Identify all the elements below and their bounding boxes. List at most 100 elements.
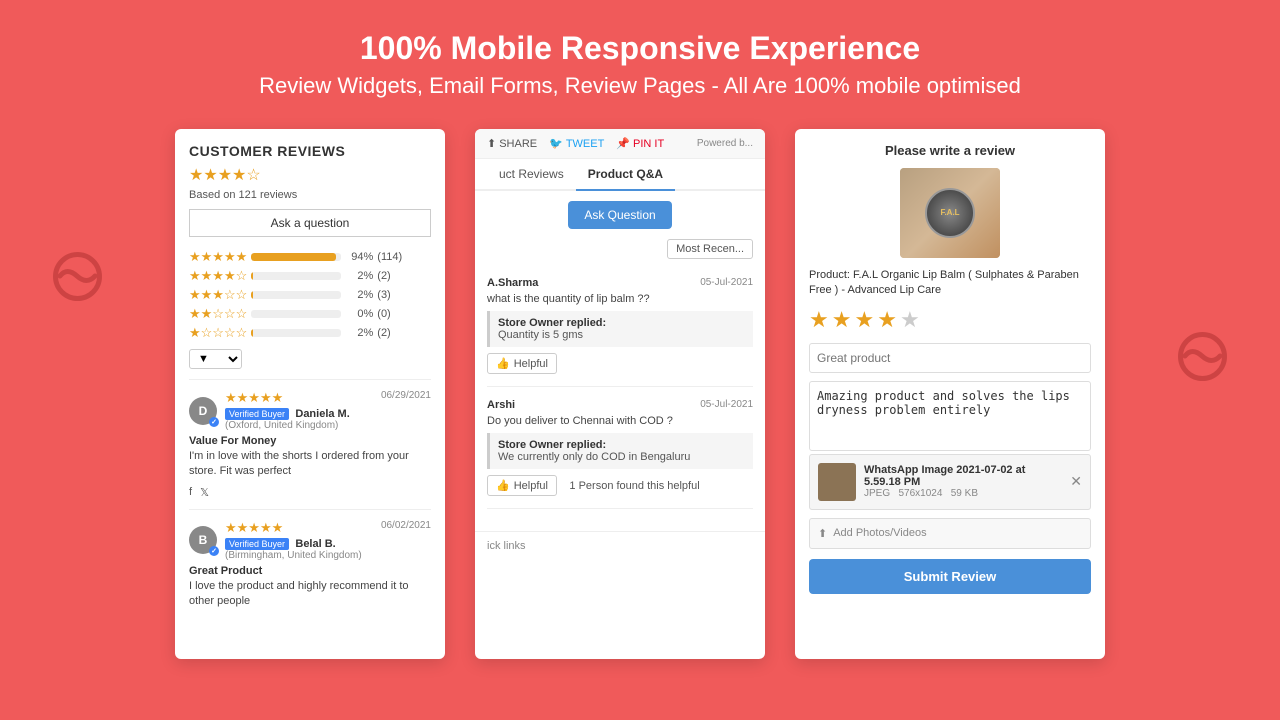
p3-body: Please write a review F.A.L Product: F.A…: [795, 129, 1105, 608]
attachment-preview: WhatsApp Image 2021-07-02 at 5.59.18 PM …: [809, 454, 1091, 510]
bar-pct-3: 2%: [345, 289, 373, 301]
pin-label: PIN IT: [633, 138, 664, 150]
review-1-location: (Oxford, United Kingdom): [225, 420, 431, 431]
attachment-type: JPEG: [864, 488, 890, 499]
submit-review-button[interactable]: Submit Review: [809, 559, 1091, 594]
footer-links: ick links: [487, 540, 526, 552]
p1-based-on: Based on 121 reviews: [189, 189, 431, 201]
bar-track-3: [251, 291, 341, 299]
tab-product-reviews[interactable]: uct Reviews: [487, 159, 576, 189]
bar-count-1: (2): [377, 327, 390, 339]
star-3[interactable]: ★: [854, 307, 874, 333]
bar-track-4: [251, 272, 341, 280]
review-body-textarea[interactable]: Amazing product and solves the lips dryn…: [809, 381, 1091, 451]
p2-footer: ick links: [475, 531, 765, 560]
p2-topbar: ⬆ SHARE 🐦 TWEET 📌 PIN IT Powered b...: [475, 129, 765, 159]
star-5[interactable]: ★: [900, 307, 920, 333]
tab-product-qa[interactable]: Product Q&A: [576, 159, 675, 191]
p3-star-rating[interactable]: ★ ★ ★ ★ ★: [809, 307, 1091, 333]
q2-meta: Arshi 05-Jul-2021: [487, 399, 753, 411]
p1-title: CUSTOMER REVIEWS: [189, 143, 431, 159]
review-1-stars: ★★★★★: [225, 390, 283, 405]
review-1-title: Value For Money: [189, 435, 431, 447]
bar-row-5: ★★★★★ 94% (114): [189, 249, 431, 265]
star-4[interactable]: ★: [877, 307, 897, 333]
q2-date: 05-Jul-2021: [700, 399, 753, 411]
write-review-panel: Please write a review F.A.L Product: F.A…: [795, 129, 1105, 659]
qa-item-2: Arshi 05-Jul-2021 Do you deliver to Chen…: [487, 399, 753, 509]
review-1-meta: ★★★★★ 06/29/2021 Verified Buyer Daniela …: [225, 390, 431, 431]
q1-author: A.Sharma: [487, 277, 538, 289]
attachment-thumbnail: [818, 463, 856, 501]
main-title: 100% Mobile Responsive Experience: [259, 30, 1021, 67]
p1-overall-rating: ★★★★☆: [189, 165, 431, 185]
tweet-label: TWEET: [566, 138, 605, 150]
attachment-meta: JPEG 576x1024 59 KB: [864, 488, 1062, 499]
facebook-icon[interactable]: f: [189, 486, 192, 499]
q1-helpful-btn[interactable]: 👍 Helpful: [487, 353, 557, 374]
ask-question-button[interactable]: Ask a question: [189, 209, 431, 237]
bar-stars-2: ★★☆☆☆: [189, 306, 247, 322]
wave-left-icon: [50, 249, 105, 316]
q2-helpful-btn[interactable]: 👍 Helpful: [487, 475, 557, 496]
p3-product-desc: Product: F.A.L Organic Lip Balm ( Sulpha…: [809, 268, 1091, 299]
bar-fill-1: [251, 329, 253, 337]
review-1-text: I'm in love with the shorts I ordered fr…: [189, 449, 431, 480]
review-1-date: 06/29/2021: [381, 390, 431, 401]
bar-track-5: [251, 253, 341, 261]
review-1-name: Daniela M.: [295, 408, 349, 420]
bar-count-2: (0): [377, 308, 390, 320]
most-recent-filter[interactable]: Most Recen...: [667, 239, 753, 259]
pinterest-icon: 📌: [616, 137, 630, 150]
bar-stars-3: ★★★☆☆: [189, 287, 247, 303]
share-icon: ⬆: [487, 137, 496, 150]
star-2[interactable]: ★: [832, 307, 852, 333]
review-1-avatar: D ✓: [189, 397, 217, 425]
review-2-header: B ✓ ★★★★★ 06/02/2021 Verified Buyer Bela…: [189, 520, 431, 561]
bar-count-3: (3): [377, 289, 390, 301]
p1-sort[interactable]: ▼: [189, 349, 431, 369]
attachment-size: 59 KB: [951, 488, 978, 499]
page: 100% Mobile Responsive Experience Review…: [0, 0, 1280, 720]
review-2-date: 06/02/2021: [381, 520, 431, 531]
sort-select[interactable]: ▼: [189, 349, 242, 369]
twitter-icon[interactable]: 𝕏: [200, 486, 209, 499]
q2-reply: Store Owner replied: We currently only d…: [487, 433, 753, 469]
q1-reply-text: Quantity is 5 gms: [498, 329, 583, 341]
review-item-2: B ✓ ★★★★★ 06/02/2021 Verified Buyer Bela…: [189, 509, 431, 610]
attachment-close-button[interactable]: ✕: [1070, 473, 1082, 490]
bar-count-4: (2): [377, 270, 390, 282]
review-title-input[interactable]: [809, 343, 1091, 373]
q2-helpful-label: Helpful: [514, 480, 548, 492]
bar-track-2: [251, 310, 341, 318]
share-button[interactable]: ⬆ SHARE: [487, 137, 537, 150]
verified-badge-1: ✓: [209, 417, 219, 427]
main-subtitle: Review Widgets, Email Forms, Review Page…: [259, 73, 1021, 99]
bar-row-3: ★★★☆☆ 2% (3): [189, 287, 431, 303]
bar-stars-1: ★☆☆☆☆: [189, 325, 247, 341]
bar-fill-5: [251, 253, 336, 261]
ask-question-btn[interactable]: Ask Question: [568, 201, 671, 229]
product-image: F.A.L: [900, 168, 1000, 258]
review-1-verified: Verified Buyer: [225, 408, 289, 420]
wave-right-icon: [1175, 329, 1230, 396]
powered-by: Powered b...: [697, 138, 753, 149]
most-recent-wrap: Most Recen...: [487, 239, 753, 269]
review-1-social: f 𝕏: [189, 486, 431, 499]
header: 100% Mobile Responsive Experience Review…: [259, 30, 1021, 99]
star-1[interactable]: ★: [809, 307, 829, 333]
bar-fill-3: [251, 291, 253, 299]
add-photos-button[interactable]: ⬆ Add Photos/Videos: [809, 518, 1091, 549]
twitter-bird-icon: 🐦: [549, 137, 563, 150]
qa-item-1: A.Sharma 05-Jul-2021 what is the quantit…: [487, 277, 753, 387]
review-item-1: D ✓ ★★★★★ 06/29/2021 Verified Buyer Dani…: [189, 379, 431, 499]
product-tin: F.A.L: [925, 188, 975, 238]
q1-reply-label: Store Owner replied:: [498, 317, 606, 329]
product-visual: F.A.L: [900, 168, 1000, 258]
review-2-title: Great Product: [189, 565, 431, 577]
tweet-button[interactable]: 🐦 TWEET: [549, 137, 604, 150]
q2-author: Arshi: [487, 399, 515, 411]
bar-pct-2: 0%: [345, 308, 373, 320]
pin-button[interactable]: 📌 PIN IT: [616, 137, 664, 150]
review-1-header: D ✓ ★★★★★ 06/29/2021 Verified Buyer Dani…: [189, 390, 431, 431]
